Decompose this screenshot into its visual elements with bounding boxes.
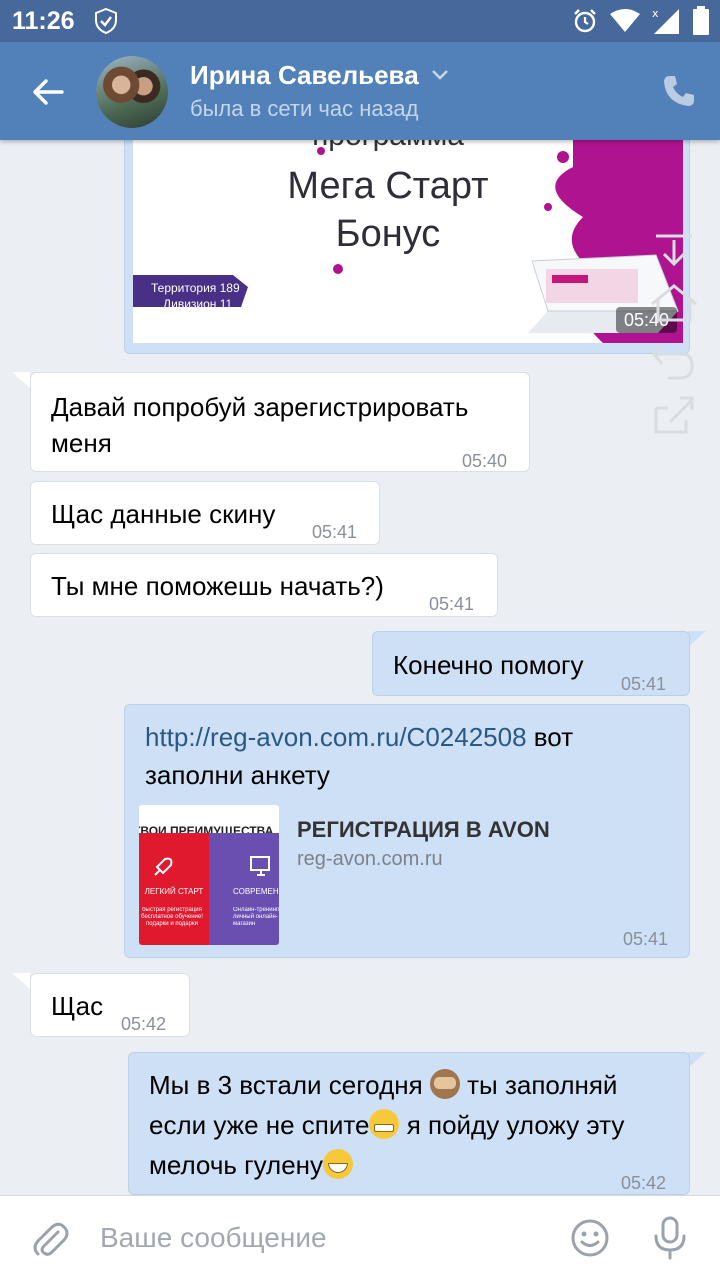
- status-bar: 11:26 x: [0, 0, 720, 42]
- microphone-icon[interactable]: [652, 1216, 688, 1260]
- message-composer: Ваше сообщение: [0, 1195, 720, 1280]
- message-link[interactable]: http://reg-avon.com.ru/C0242508: [145, 722, 527, 752]
- message-text-line3: мелочь гулену: [149, 1147, 354, 1183]
- thumb-right-text: Онлайн-тренинги личный онлайн-магазин: [233, 907, 279, 927]
- grimacing-emoji-icon: [369, 1109, 400, 1139]
- message-text-line1: http://reg-avon.com.ru/C0242508 вот: [145, 719, 573, 755]
- incoming-message[interactable]: Ты мне поможешь начать?) 05:41: [30, 553, 498, 617]
- message-text-part: я пойду уложу эту: [399, 1110, 625, 1140]
- image-message[interactable]: программа Мега Старт Бонус Территория 18…: [124, 128, 690, 354]
- message-text-part: Мы в 3 встали сегодня: [149, 1070, 423, 1100]
- outgoing-link-message[interactable]: http://reg-avon.com.ru/C0242508 вот запо…: [124, 704, 690, 958]
- link-preview-title[interactable]: РЕГИСТРАЦИЯ В AVON: [297, 817, 550, 843]
- thumb-left-text: быстрая регистрация бесплатное обучение!…: [141, 907, 203, 927]
- bubble-tail: [12, 973, 30, 989]
- promo-image[interactable]: программа Мега Старт Бонус Территория 18…: [133, 137, 683, 343]
- back-arrow-icon[interactable]: [30, 74, 66, 110]
- message-time: 05:41: [312, 522, 358, 542]
- message-text-line1: Давай попробуй зарегистрировать: [51, 392, 469, 422]
- message-text-line2: меня: [51, 428, 112, 458]
- promo-title-line2: Мега Старт: [287, 165, 489, 207]
- status-time: 11:26: [12, 7, 75, 35]
- paperclip-icon[interactable]: [30, 1220, 70, 1260]
- message-action-icons: [651, 234, 697, 434]
- chevron-down-icon[interactable]: [430, 68, 450, 82]
- chat-header: Ирина Савельева была в сети час назад: [0, 42, 720, 140]
- contact-name[interactable]: Ирина Савельева: [190, 60, 419, 91]
- outgoing-message[interactable]: Конечно помогу 05:41: [372, 631, 690, 696]
- smiley-icon[interactable]: [570, 1218, 610, 1258]
- download-icon[interactable]: [656, 234, 692, 267]
- bubble-tail: [12, 372, 30, 388]
- message-text: Щас: [51, 991, 104, 1021]
- svg-text:x: x: [652, 7, 659, 20]
- contact-last-seen: была в сети час назад: [190, 96, 419, 121]
- promo-badge-line2: Дивизион 11: [163, 297, 233, 311]
- incoming-message[interactable]: Щас 05:42: [30, 973, 190, 1037]
- alarm-icon: [574, 9, 596, 33]
- message-text-after-link: вот: [526, 722, 574, 752]
- message-text: Конечно помогу: [393, 650, 584, 680]
- incoming-message[interactable]: Щас данные скину 05:41: [30, 481, 380, 545]
- phone-icon[interactable]: [662, 74, 696, 108]
- link-preview[interactable]: ТВОИ ПРЕИМУЩЕСТВА ЛЕГКИЙ СТАРТ быстрая р…: [139, 805, 659, 947]
- reply-icon[interactable]: [652, 343, 694, 380]
- message-time: 05:42: [121, 1014, 167, 1034]
- wifi-icon: [610, 9, 640, 32]
- cellular-icon: x: [652, 7, 679, 34]
- see-no-evil-monkey-emoji-icon: [429, 1069, 460, 1099]
- grinning-emoji-icon: [323, 1149, 354, 1179]
- message-time: 05:41: [429, 594, 475, 614]
- message-text-line2: заполни анкету: [145, 760, 330, 790]
- link-preview-domain: reg-avon.com.ru: [297, 848, 443, 870]
- message-time: 05:41: [621, 674, 667, 694]
- status-icons: x: [572, 6, 710, 36]
- devices-icon: [250, 856, 270, 876]
- message-text-part: мелочь гулену: [149, 1150, 324, 1180]
- bubble-tail: [688, 1052, 706, 1068]
- thumb-right-title: СОВРЕМЕННЫЙ ПОДХОД: [233, 887, 279, 896]
- home-icon[interactable]: [651, 284, 697, 322]
- bubble-tail: [688, 631, 706, 647]
- battery-icon: [693, 6, 709, 35]
- link-preview-thumbnail[interactable]: ТВОИ ПРЕИМУЩЕСТВА ЛЕГКИЙ СТАРТ быстрая р…: [139, 805, 279, 945]
- rocket-icon: [154, 857, 173, 876]
- message-time: 05:41: [623, 929, 669, 949]
- promo-badge-line1: Территория 189: [151, 281, 240, 295]
- shield-icon: [95, 8, 117, 34]
- promo-title-line3: Бонус: [335, 213, 441, 255]
- message-text-part: если уже не спите: [149, 1110, 370, 1140]
- contact-avatar[interactable]: [96, 56, 168, 128]
- message-text-part: ты заполняй: [459, 1070, 618, 1100]
- message-input[interactable]: Ваше сообщение: [100, 1222, 327, 1254]
- incoming-message[interactable]: Давай попробуй зарегистрировать меня 05:…: [30, 372, 530, 472]
- thumb-left-title: ЛЕГКИЙ СТАРТ: [144, 887, 204, 896]
- message-text-line1: Мы в 3 встали сегодня ты заполняй: [149, 1067, 617, 1103]
- message-text: Щас данные скину: [51, 499, 276, 529]
- outgoing-message[interactable]: Мы в 3 встали сегодня ты заполняй если у…: [128, 1052, 690, 1195]
- share-icon[interactable]: [654, 396, 694, 434]
- message-text: Ты мне поможешь начать?): [51, 571, 384, 601]
- message-time: 05:40: [462, 451, 508, 471]
- message-text-line2: если уже не спите я пойду уложу эту: [149, 1107, 624, 1143]
